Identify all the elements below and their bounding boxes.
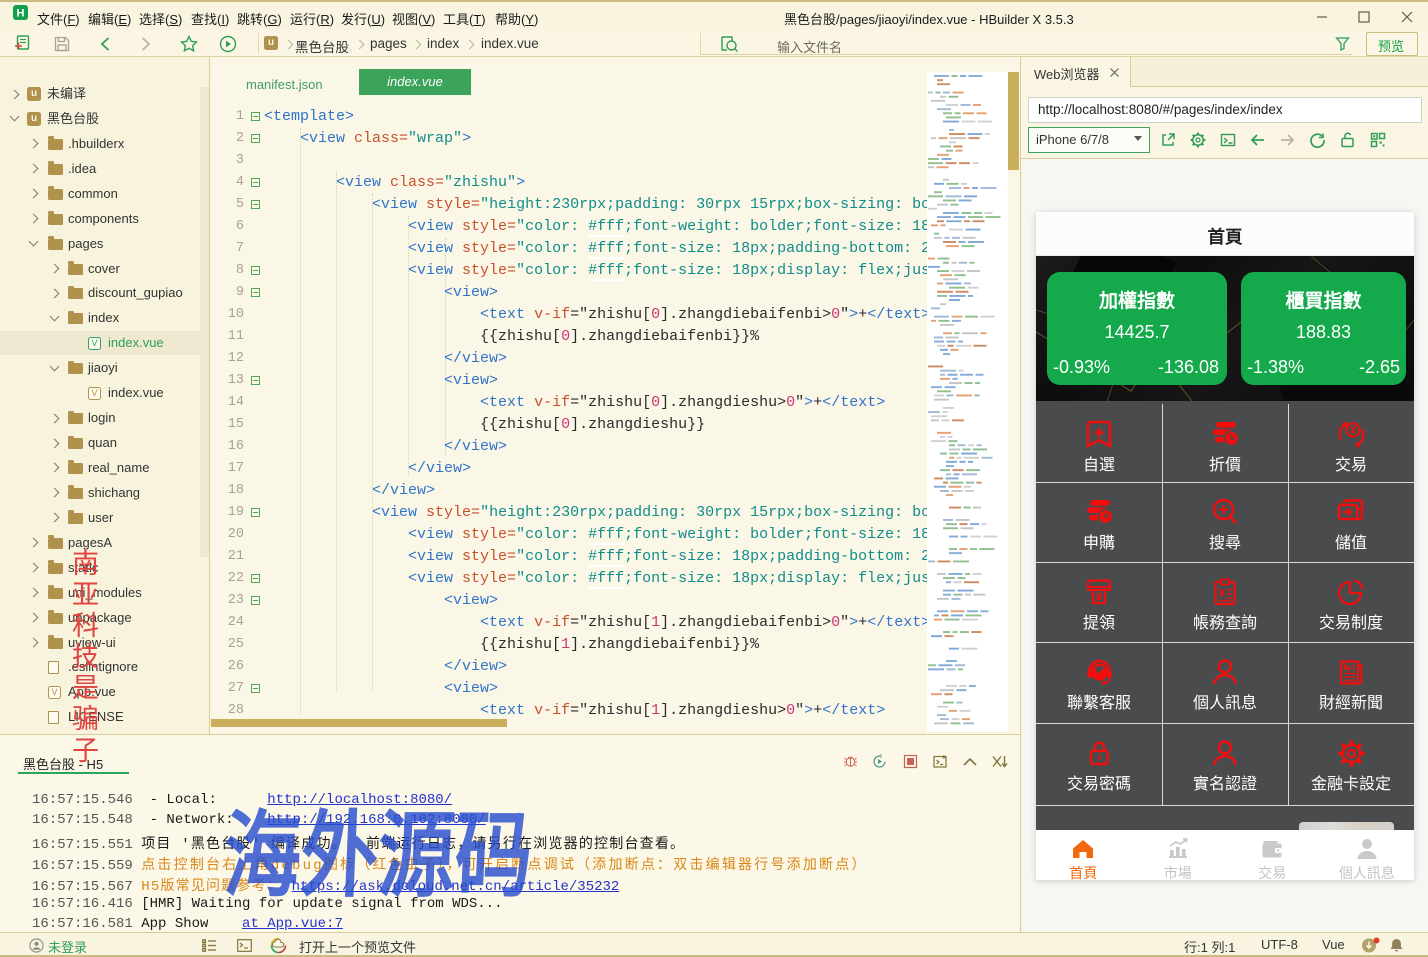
svg-text:H: H xyxy=(17,8,25,20)
